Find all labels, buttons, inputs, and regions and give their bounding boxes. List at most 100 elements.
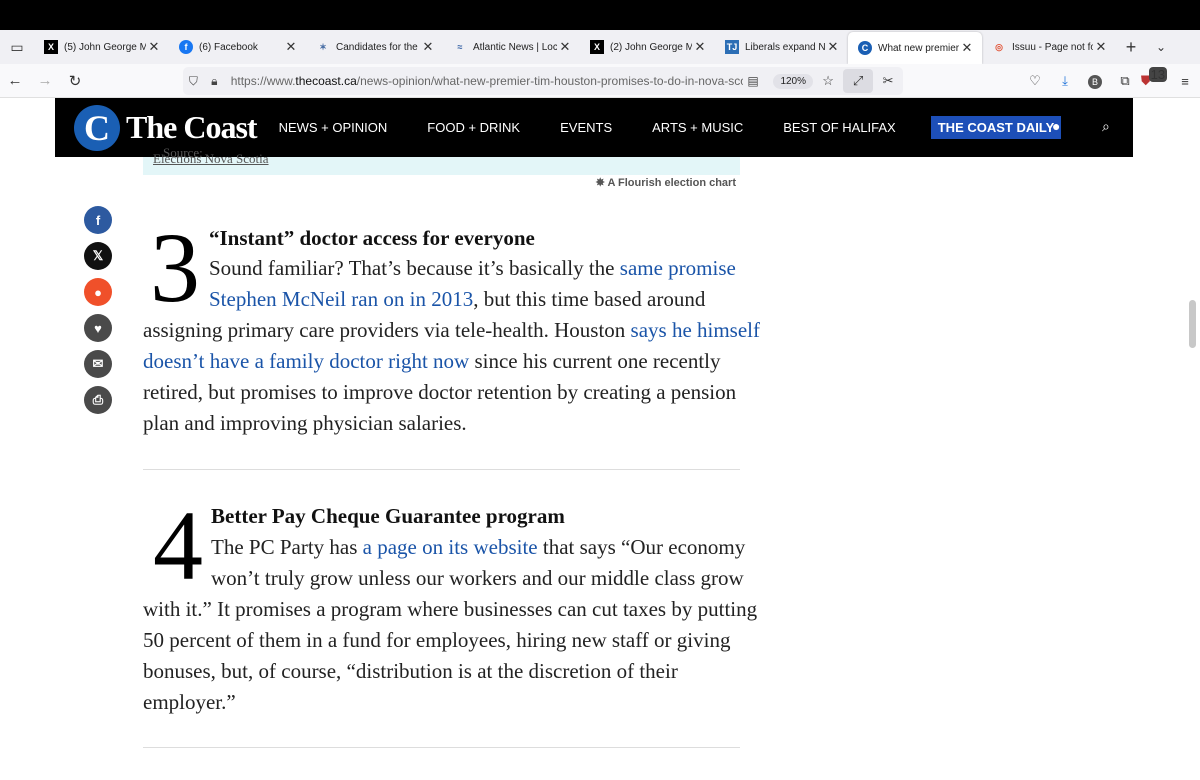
site-logo-text[interactable]: The Coast [126,109,258,146]
paragraph-line: Sound familiar? That’s because it’s basi… [209,256,736,280]
flourish-credit-text[interactable]: A Flourish election chart [607,177,736,189]
paragraph-line: assigning primary care providers via tel… [143,318,761,342]
os-top-bar [0,0,1200,30]
tab-title: Liberals expand New [745,41,825,53]
lock-icon[interactable]: 🔒︎ [204,74,225,89]
paragraph-line: retired, but promises to improve doctor … [143,380,737,404]
source-label: Source: [163,145,203,160]
x-share-button[interactable]: 𝕏 [84,242,112,270]
tab-title: (5) John George McC [64,41,146,53]
atlantic-icon: ≈ [457,42,463,52]
inline-link[interactable]: a page on its website [363,535,538,559]
elections-icon: ✶ [319,41,327,52]
browser-tab[interactable]: X (5) John George McC✕ [34,30,169,64]
paragraph-line: bonuses, but, of course, “distribution i… [143,659,678,683]
close-tab-icon[interactable]: ✕ [420,39,436,55]
section-number: 4 [153,490,203,601]
browser-tab[interactable]: ≈ Atlantic News | Local ✕ [443,30,580,64]
close-tab-icon[interactable]: ✕ [146,39,162,55]
browser-tab[interactable]: X (2) John George McC✕ [580,30,715,64]
close-tab-icon[interactable]: ✕ [692,39,708,55]
issuu-icon: ◎ [995,41,1003,52]
list-all-tabs-icon[interactable]: ⌄ [1146,40,1176,54]
close-tab-icon[interactable]: ✕ [557,39,573,55]
section-heading: “Instant” doctor access for everyone [209,226,535,250]
print-button[interactable]: ⎙ [84,386,112,414]
paragraph-line: The PC Party has a page on its website t… [211,535,746,559]
browser-tab[interactable]: TJ Liberals expand New✕ [715,30,848,64]
the-coast-logo-icon[interactable]: C [74,104,120,151]
zoom-level[interactable]: 120% [773,73,814,89]
forward-button[interactable]: → [30,66,60,96]
reddit-share-button[interactable]: ● [84,278,112,306]
new-tab-button[interactable]: + [1116,37,1146,58]
tab-list-icon[interactable]: ▭ [0,30,34,64]
pocket-icon[interactable]: ♡ [1020,73,1050,89]
tab-title: (2) John George McC [610,41,692,53]
browser-tab[interactable]: ✶ Candidates for the 4 ✕ [306,30,443,64]
paragraph-line: doesn’t have a family doctor right now s… [143,349,721,373]
nav-best-of-halifax[interactable]: BEST OF HALIFAX [783,120,895,135]
section-heading: Better Pay Cheque Guarantee program [211,504,565,528]
x-icon: X [590,40,604,54]
facebook-share-button[interactable]: f [84,206,112,234]
nav-food-drink[interactable]: FOOD + DRINK [427,120,520,135]
bookmark-star-icon[interactable]: ☆ [813,73,843,89]
flourish-credit[interactable]: ✸ A Flourish election chart [596,176,736,189]
facebook-icon: f [179,40,193,54]
close-tab-icon[interactable]: ✕ [825,39,841,55]
chart-source-caption: Source: Elections Nova Scotia [143,145,740,175]
reload-button[interactable]: ↻ [60,66,90,96]
reader-view-icon[interactable]: ▤ [743,74,764,88]
close-tab-icon[interactable]: ✕ [283,39,299,55]
site-nav: NEWS + OPINION FOOD + DRINK EVENTS ARTS … [279,116,1062,139]
page-scrollbar[interactable] [1189,300,1196,348]
paragraph-line: employer.” [143,690,236,714]
the-coast-icon: C [858,41,872,55]
site-header: C The Coast NEWS + OPINION FOOD + DRINK … [55,98,1133,157]
inline-link[interactable]: doesn’t have a family doctor right now [143,349,469,373]
shield-extension-icon[interactable]: ⛊13 [1140,67,1170,89]
url-text[interactable]: https://www.thecoast.ca/news-opinion/wha… [231,74,743,88]
tab-title: (6) Facebook [199,41,258,53]
downloads-icon[interactable]: ⤓ [1050,73,1080,89]
paragraph-line: plan and improving physician salaries. [143,411,467,435]
inline-link[interactable]: Stephen McNeil ran on in 2013 [209,287,473,311]
nav-events[interactable]: EVENTS [560,120,612,135]
tab-title: Candidates for the 4 [336,41,420,53]
nav-news-opinion[interactable]: NEWS + OPINION [279,120,388,135]
section-number: 3 [150,212,200,323]
email-share-button[interactable]: ✉ [84,350,112,378]
navigation-bar: ← → ↻ ⛉ 🔒︎ https://www.thecoast.ca/news-… [0,64,1200,98]
like-button[interactable]: ♥ [84,314,112,342]
nav-arts-music[interactable]: ARTS + MUSIC [652,120,743,135]
back-button[interactable]: ← [0,66,30,96]
browser-tab[interactable]: C What new premier Ti✕ [848,32,982,64]
section-divider [143,469,740,470]
menu-icon[interactable]: ≡ [1170,74,1200,89]
inline-link[interactable]: same promise [620,256,736,280]
tab-title: What new premier Ti [878,42,959,54]
search-icon[interactable]: ⌕ [1102,118,1110,135]
address-bar[interactable]: ⛉ 🔒︎ https://www.thecoast.ca/news-opinio… [183,67,903,95]
section-divider [143,747,740,748]
browser-tab[interactable]: f (6) Facebook ✕ [169,30,306,64]
inline-link[interactable]: says he himself [631,318,760,342]
paragraph-line: won’t truly grow unless our workers and … [211,566,744,590]
extension-badge: 13 [1148,67,1168,82]
paragraph-line: 50 percent of them in a fund for employe… [143,628,731,652]
shield-icon[interactable]: ⛉ [183,74,204,89]
paragraph-line: with it.” It promises a program where bu… [143,597,758,621]
tj-icon: TJ [725,40,739,54]
close-tab-icon[interactable]: ✕ [1093,39,1109,55]
profile-avatar[interactable]: B [1080,73,1110,89]
tab-title: Issuu - Page not foun [1012,41,1093,53]
fullscreen-icon[interactable]: ⤢ [843,69,874,93]
screenshot-icon[interactable]: ✂ [873,73,903,89]
extensions-icon[interactable]: ⧉ [1110,73,1140,89]
close-tab-icon[interactable]: ✕ [959,40,975,56]
account-icon[interactable]: ● [1052,118,1060,134]
tab-title: Atlantic News | Local [473,41,557,53]
browser-tab[interactable]: ◎ Issuu - Page not foun✕ [982,30,1116,64]
the-coast-daily-button[interactable]: THE COAST DAILY [930,116,1062,139]
